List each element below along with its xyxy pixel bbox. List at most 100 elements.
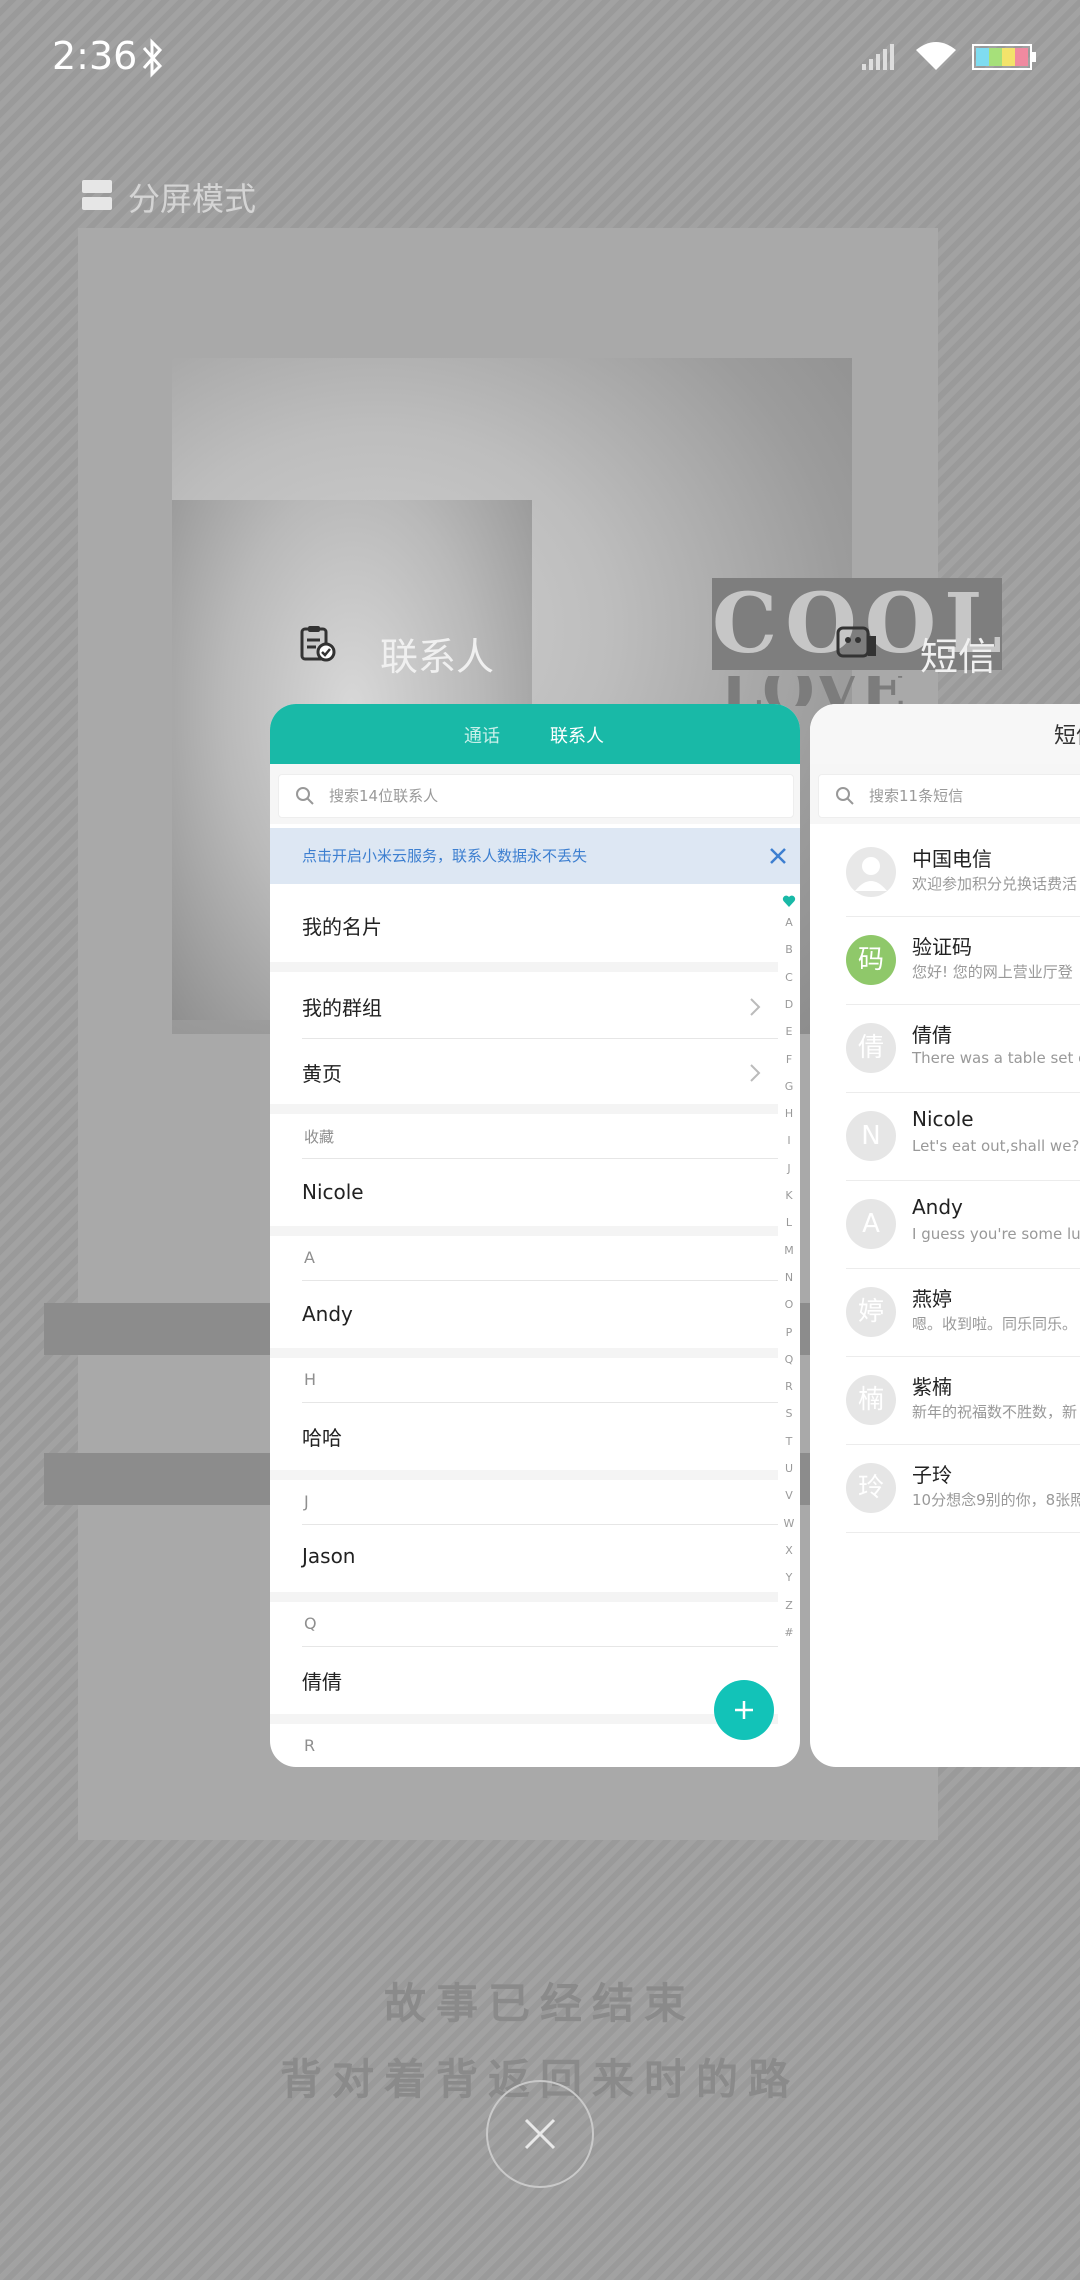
divider	[270, 1470, 778, 1480]
divider	[846, 1532, 1080, 1533]
avatar: 楠	[846, 1375, 896, 1425]
chevron-right-icon	[750, 1064, 761, 1082]
sms-sender: 紫楠	[912, 1375, 952, 1399]
section-header-favorites: 收藏	[304, 1128, 335, 1146]
index-letter[interactable]: E	[778, 1025, 800, 1038]
index-letter[interactable]: M	[778, 1244, 800, 1257]
contacts-app-icon	[300, 626, 336, 662]
tab-calls[interactable]: 通话	[464, 722, 500, 748]
yellow-pages-item[interactable]: 黄页	[302, 1058, 342, 1087]
add-contact-button[interactable]	[714, 1680, 774, 1740]
search-icon	[296, 787, 314, 805]
index-letter[interactable]: X	[778, 1544, 800, 1557]
index-letter[interactable]: N	[778, 1271, 800, 1284]
split-screen-label[interactable]: 分屏模式	[128, 174, 256, 220]
index-letter[interactable]: W	[778, 1517, 800, 1530]
sms-thread-row[interactable]: 玲子玲 10分想念9别的你，8张照	[810, 1445, 1080, 1533]
section-header: A	[304, 1248, 315, 1267]
index-letter[interactable]: L	[778, 1216, 800, 1229]
contact-row[interactable]: Nicole	[302, 1180, 364, 1204]
sms-sender: 中国电信	[912, 847, 992, 871]
sms-thread-row[interactable]: 楠紫楠 新年的祝福数不胜数，新	[810, 1357, 1080, 1445]
bluetooth-icon	[142, 38, 163, 78]
divider	[270, 1348, 778, 1358]
sms-sender: 验证码	[912, 935, 972, 959]
sms-thread-row[interactable]: 婷燕婷 嗯。收到啦。同乐同乐。	[810, 1269, 1080, 1357]
avatar: 玲	[846, 1463, 896, 1513]
sms-thread-row[interactable]: A Andy I guess you're some luc	[810, 1181, 1080, 1269]
contact-row[interactable]: Andy	[302, 1302, 353, 1326]
index-letter[interactable]: J	[778, 1162, 800, 1175]
index-letter[interactable]: V	[778, 1489, 800, 1502]
section-header: Q	[304, 1614, 317, 1633]
sms-app-title[interactable]: 短信	[920, 626, 996, 681]
divider	[302, 1524, 778, 1525]
contact-row[interactable]: Jason	[302, 1544, 356, 1568]
tab-contacts[interactable]: 联系人	[550, 722, 604, 748]
contact-row[interactable]: 倩倩	[302, 1666, 342, 1695]
index-letter[interactable]: U	[778, 1462, 800, 1475]
index-letter[interactable]: Q	[778, 1353, 800, 1366]
index-letter[interactable]: #	[778, 1626, 800, 1639]
battery-icon	[972, 44, 1036, 70]
avatar: A	[846, 1199, 896, 1249]
contacts-search-input[interactable]: 搜索14位联系人	[278, 774, 794, 818]
index-letter[interactable]: T	[778, 1435, 800, 1448]
index-letter[interactable]: A	[778, 916, 800, 929]
sms-sender: 子玲	[912, 1463, 952, 1487]
divider	[270, 1592, 778, 1602]
divider	[302, 1038, 778, 1039]
index-letter[interactable]: D	[778, 998, 800, 1011]
index-letter[interactable]: G	[778, 1080, 800, 1093]
contacts-card[interactable]: 通话 联系人 搜索14位联系人 点击开启小米云服务，联系人数据永不丢失 我的名片…	[270, 704, 800, 1767]
index-letter[interactable]: Y	[778, 1571, 800, 1584]
cloud-banner-text[interactable]: 点击开启小米云服务，联系人数据永不丢失	[302, 845, 587, 866]
divider	[302, 1402, 778, 1403]
contact-row[interactable]: 哈哈	[302, 1422, 342, 1451]
wifi-icon	[916, 42, 956, 70]
avatar: 码	[846, 935, 896, 985]
index-letter[interactable]: S	[778, 1407, 800, 1420]
sms-card[interactable]: 短信 搜索11条短信 中国电信欢迎参加积分兑换话费活码验证码您好! 您的网上营业…	[810, 704, 1080, 1767]
index-letter[interactable]: P	[778, 1326, 800, 1339]
index-letter[interactable]: B	[778, 943, 800, 956]
split-screen-icon[interactable]	[82, 180, 112, 210]
sms-thread-row[interactable]: N Nicole Let's eat out,shall we?	[810, 1093, 1080, 1181]
search-placeholder: 搜索14位联系人	[329, 787, 439, 805]
plus-icon	[735, 1701, 753, 1719]
favorite-heart-icon[interactable]	[782, 894, 796, 908]
my-card-item[interactable]: 我的名片	[302, 911, 382, 940]
clear-all-button[interactable]	[486, 2080, 594, 2188]
divider	[270, 962, 778, 972]
sms-preview: 欢迎参加积分兑换话费活	[912, 875, 1078, 893]
status-time: 2:36	[52, 34, 138, 78]
sms-preview: 嗯。收到啦。同乐同乐。	[912, 1315, 1078, 1333]
signal-icon	[862, 44, 894, 70]
sms-preview: There was a table set o	[912, 1049, 1080, 1067]
contacts-app-title[interactable]: 联系人	[380, 626, 494, 681]
divider	[270, 1104, 778, 1114]
contacts-tabbar: 通话 联系人	[270, 704, 800, 764]
index-letter[interactable]: O	[778, 1298, 800, 1311]
my-groups-item[interactable]: 我的群组	[302, 992, 382, 1021]
cloud-banner[interactable]: 点击开启小米云服务，联系人数据永不丢失	[270, 828, 800, 884]
sms-thread-row[interactable]: 倩倩倩 There was a table set o	[810, 1005, 1080, 1093]
search-placeholder: 搜索11条短信	[869, 787, 964, 805]
chevron-right-icon	[750, 998, 761, 1016]
index-letter[interactable]: H	[778, 1107, 800, 1120]
search-icon	[836, 787, 854, 805]
section-header: R	[304, 1736, 316, 1755]
sms-thread-row[interactable]: 码验证码 您好! 您的网上营业厅登	[810, 917, 1080, 1005]
index-letter[interactable]: R	[778, 1380, 800, 1393]
index-letter[interactable]: F	[778, 1053, 800, 1066]
index-letter[interactable]: K	[778, 1189, 800, 1202]
section-header: J	[304, 1492, 309, 1511]
index-letter[interactable]: I	[778, 1134, 800, 1147]
sms-thread-row[interactable]: 中国电信欢迎参加积分兑换话费活	[810, 829, 1080, 917]
sms-search-input[interactable]: 搜索11条短信	[818, 774, 1080, 818]
index-letter[interactable]: C	[778, 971, 800, 984]
close-icon[interactable]	[766, 844, 790, 868]
avatar: N	[846, 1111, 896, 1161]
sms-preview: I guess you're some luc	[912, 1225, 1080, 1243]
index-letter[interactable]: Z	[778, 1599, 800, 1612]
